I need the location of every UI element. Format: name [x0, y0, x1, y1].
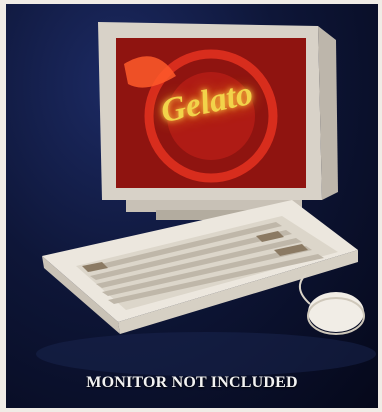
product-photo: Gelato MONITOR NOT INCLUDED	[6, 4, 378, 408]
image-frame: Gelato MONITOR NOT INCLUDED	[0, 0, 382, 412]
mouse	[299, 273, 365, 335]
caption-text: MONITOR NOT INCLUDED	[86, 374, 298, 391]
computer-illustration	[36, 22, 376, 376]
